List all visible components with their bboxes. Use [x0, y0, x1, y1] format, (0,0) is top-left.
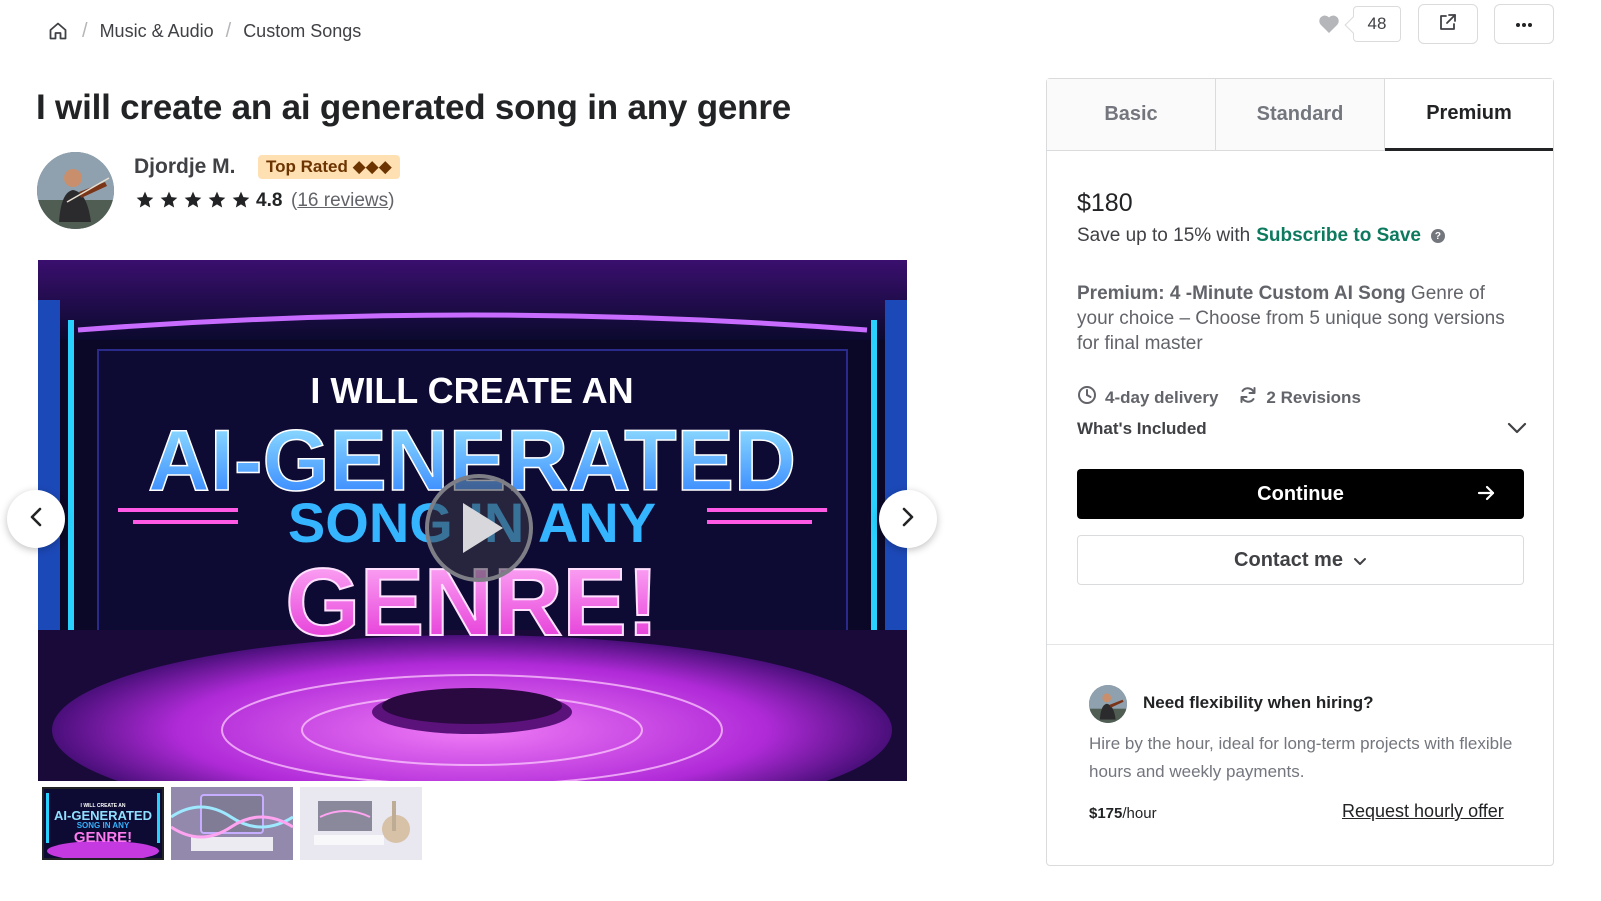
subscribe-save-row: Save up to 15% with Subscribe to Save ?: [1077, 225, 1445, 247]
refresh-icon: [1238, 385, 1258, 410]
gallery-thumbnail-1[interactable]: I WILL CREATE AN AI-GENERATED SONG IN AN…: [42, 787, 164, 860]
seller-avatar-small: [1089, 685, 1127, 723]
gallery-thumbnail-2[interactable]: [171, 787, 293, 860]
clock-icon: [1077, 385, 1097, 410]
delivery-time: 4-day delivery: [1077, 385, 1218, 410]
share-icon: [1438, 12, 1458, 37]
breadcrumb-item-music-audio[interactable]: Music & Audio: [100, 21, 214, 42]
gallery-main-image[interactable]: I WILL CREATE AN AI-GENERATED SONG IN AN…: [38, 260, 907, 781]
gallery-next-button[interactable]: [879, 490, 937, 548]
star-icon: [208, 191, 226, 208]
breadcrumb-item-custom-songs[interactable]: Custom Songs: [243, 21, 361, 42]
breadcrumb-separator: /: [82, 19, 88, 42]
share-button[interactable]: [1418, 4, 1478, 44]
revisions-label: 2 Revisions: [1266, 387, 1361, 407]
gig-title: I will create an ai generated song in an…: [36, 88, 792, 127]
home-icon[interactable]: [46, 19, 70, 43]
arrow-right-icon: [1476, 483, 1496, 509]
seller-avatar[interactable]: [37, 152, 114, 229]
reviews-count: (16 reviews): [291, 190, 394, 212]
rating-value: 4.8: [256, 190, 283, 211]
subscribe-to-save-link[interactable]: Subscribe to Save: [1256, 225, 1421, 247]
breadcrumb: / Music & Audio / Custom Songs: [46, 18, 361, 44]
contact-me-button[interactable]: Contact me: [1077, 535, 1524, 585]
gallery-thumbnail-3[interactable]: [300, 787, 422, 860]
save-text: Save up to 15% with: [1077, 225, 1251, 246]
reviews-link[interactable]: 16 reviews: [297, 190, 388, 211]
more-icon: [1515, 15, 1533, 33]
whats-included-label: What's Included: [1077, 419, 1207, 438]
tab-standard[interactable]: Standard: [1216, 79, 1385, 150]
tab-basic[interactable]: Basic: [1047, 79, 1216, 150]
package-panel: Basic Standard Premium $180 Save up to 1…: [1046, 78, 1554, 866]
seller-name[interactable]: Djordje M.: [134, 155, 236, 179]
package-tabs: Basic Standard Premium: [1047, 79, 1553, 151]
package-price: $180: [1077, 189, 1133, 217]
star-icon: [136, 191, 154, 208]
package-description: Premium: 4 -Minute Custom AI Song Genre …: [1077, 281, 1527, 356]
whats-included-toggle[interactable]: What's Included: [1077, 419, 1527, 439]
image-text-line1: I WILL CREATE AN: [310, 370, 633, 411]
chevron-down-icon: [1507, 419, 1527, 439]
hourly-rate-value: $175: [1089, 805, 1123, 822]
star-rating: [134, 190, 252, 210]
continue-label: Continue: [1257, 482, 1344, 505]
revisions-count: 2 Revisions: [1238, 385, 1361, 410]
chevron-down-icon: [1353, 549, 1367, 572]
flexibility-title: Need flexibility when hiring?: [1143, 693, 1374, 712]
thumb-text-line4: GENRE!: [74, 829, 132, 846]
gallery-prev-button[interactable]: [7, 490, 65, 548]
heart-icon[interactable]: [1317, 12, 1341, 36]
chevron-left-icon: [29, 506, 43, 533]
more-options-button[interactable]: [1494, 4, 1554, 44]
delivery-label: 4-day delivery: [1105, 387, 1219, 407]
like-group: 48: [1317, 6, 1401, 42]
reviews-close-paren: ): [388, 190, 395, 211]
like-count: 48: [1353, 6, 1401, 42]
package-description-title: Premium: 4 -Minute Custom AI Song: [1077, 283, 1406, 304]
hourly-rate: $175/hour: [1089, 805, 1157, 822]
contact-label: Contact me: [1234, 548, 1343, 571]
play-icon[interactable]: [425, 474, 533, 582]
help-icon[interactable]: ?: [1430, 229, 1445, 243]
top-rated-badge: Top Rated ◆◆◆: [258, 155, 400, 179]
star-icon: [232, 191, 250, 208]
panel-divider: [1047, 644, 1553, 645]
star-icon: [184, 191, 202, 208]
flexibility-text: Hire by the hour, ideal for long-term pr…: [1089, 734, 1513, 781]
chevron-right-icon: [901, 506, 915, 533]
package-meta: 4-day delivery 2 Revisions: [1077, 385, 1381, 410]
tab-premium[interactable]: Premium: [1385, 79, 1553, 151]
hourly-rate-unit: /hour: [1122, 805, 1157, 822]
breadcrumb-separator: /: [225, 19, 232, 42]
star-icon: [160, 191, 178, 208]
request-hourly-offer-link[interactable]: Request hourly offer: [1342, 801, 1504, 822]
continue-button[interactable]: Continue: [1077, 469, 1524, 519]
